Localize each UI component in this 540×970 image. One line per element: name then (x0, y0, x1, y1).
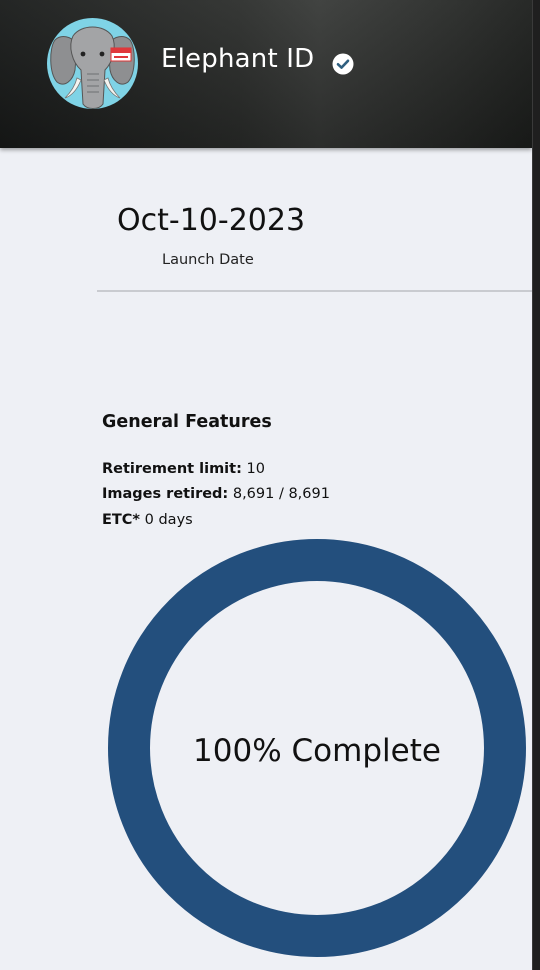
retirement-limit-value: 10 (246, 461, 265, 477)
images-retired-value: 8,691 / 8,691 (232, 486, 330, 502)
general-features-title: General Features (102, 412, 272, 432)
retirement-limit-stat: Retirement limit: 10 (102, 461, 265, 477)
elephant-avatar-icon[interactable] (47, 18, 138, 109)
images-retired-stat: Images retired: 8,691 / 8,691 (102, 486, 330, 502)
launch-date-value: Oct-10-2023 (117, 203, 306, 238)
project-header: Elephant ID (0, 0, 532, 148)
project-panel: Elephant ID Oct-10-2023 Launch Date Gene… (0, 0, 533, 970)
etc-stat: ETC* 0 days (102, 512, 193, 528)
retirement-limit-label: Retirement limit: (102, 461, 242, 477)
etc-value: 0 days (144, 512, 193, 528)
images-retired-label: Images retired: (102, 486, 229, 502)
progress-complete-text: 100% Complete (193, 733, 441, 769)
etc-label: ETC* (102, 512, 141, 528)
launch-date-label: Launch Date (162, 252, 254, 268)
section-divider (97, 290, 532, 292)
project-title[interactable]: Elephant ID (161, 44, 314, 74)
verified-check-icon (332, 53, 354, 75)
